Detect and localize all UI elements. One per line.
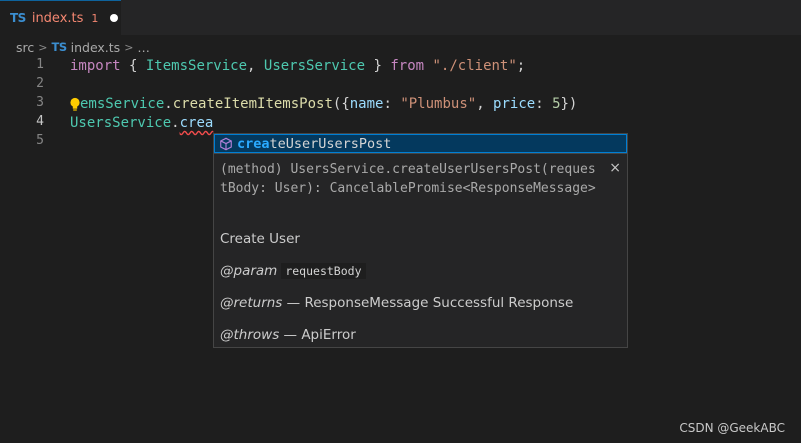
tab-index-ts[interactable]: TS index.ts 1 <box>0 0 121 35</box>
import-keyword: import <box>70 58 121 74</box>
import-path: "./client" <box>432 58 517 74</box>
breadcrumb-folder[interactable]: src <box>16 40 34 55</box>
paren-open: ({ <box>332 96 350 112</box>
lightbulb-icon[interactable] <box>69 97 81 112</box>
throws-text: — ApiError <box>279 327 356 343</box>
problem-count-badge: 1 <box>91 11 99 25</box>
line-number: 3 <box>36 95 44 110</box>
chevron-right-icon: > <box>38 40 48 54</box>
typescript-icon: TS <box>51 40 67 54</box>
typescript-icon: TS <box>10 11 26 25</box>
method-name: createItemItemsPost <box>172 96 333 112</box>
suggestion-item-selected[interactable]: crea teUserUsersPost <box>214 134 627 153</box>
param-name: requestBody <box>281 263 366 279</box>
method-signature: (method) UsersService.createUserUsersPos… <box>220 162 596 196</box>
arg-key-price: price <box>493 96 536 112</box>
class-name: UsersService <box>70 115 172 131</box>
throws-tag: @throws <box>220 327 280 343</box>
line-number: 1 <box>36 57 44 72</box>
doc-returns: @returns — ResponseMessage Successful Re… <box>220 295 573 311</box>
unsaved-dot-icon[interactable] <box>110 14 119 22</box>
code-line-4: UsersService.crea <box>70 114 213 133</box>
suggest-widget: crea teUserUsersPost <box>213 133 628 153</box>
from-keyword: from <box>390 58 425 74</box>
suggest-details-panel: (method) UsersService.createUserUsersPos… <box>213 153 628 348</box>
method-cube-icon <box>220 137 232 150</box>
returns-text: — ResponseMessage Successful Response <box>282 295 574 311</box>
doc-param: @param requestBody <box>220 263 366 279</box>
line-number-active: 4 <box>36 114 44 129</box>
close-icon[interactable]: × <box>609 160 621 176</box>
param-tag: @param <box>220 263 278 279</box>
dot: . <box>171 115 180 131</box>
line-number: 5 <box>36 133 44 148</box>
class-name: emsService <box>80 96 165 112</box>
paren-close: }) <box>560 96 578 112</box>
breadcrumb: src > TS index.ts > … <box>16 38 150 56</box>
breadcrumb-file[interactable]: index.ts <box>71 40 121 55</box>
suggestion-rest-text: teUserUsersPost <box>269 135 392 152</box>
doc-throws: @throws — ApiError <box>220 327 356 343</box>
colon: : <box>535 96 553 112</box>
breadcrumb-symbols[interactable]: … <box>137 40 150 55</box>
brace-open: { <box>120 58 146 74</box>
import-items-service: ItemsService <box>145 58 248 74</box>
arg-value-price: 5 <box>552 96 561 112</box>
colon: : <box>383 96 401 112</box>
code-line-3: emsService.createItemItemsPost({name: "P… <box>70 95 577 114</box>
dot: . <box>164 96 173 112</box>
semicolon: ; <box>516 58 526 74</box>
arg-value-name: "Plumbus" <box>400 96 477 112</box>
editor-tab-bar: TS index.ts 1 <box>0 0 801 35</box>
comma: , <box>247 58 264 74</box>
import-users-service: UsersService <box>263 58 366 74</box>
chevron-right-icon: > <box>124 40 134 54</box>
code-editor[interactable]: import { ItemsService, UsersService } fr… <box>70 57 577 153</box>
brace-close: } <box>365 58 391 74</box>
code-line-1: import { ItemsService, UsersService } fr… <box>70 57 525 76</box>
arg-key-name: name <box>349 96 384 112</box>
watermark: CSDN @GeekABC <box>679 421 785 435</box>
line-number: 2 <box>36 76 44 91</box>
tab-filename: index.ts <box>31 10 84 26</box>
doc-summary: Create User <box>220 231 300 247</box>
comma: , <box>476 96 494 112</box>
returns-tag: @returns <box>220 295 283 311</box>
partial-identifier-error: crea <box>179 115 214 131</box>
suggestion-match-text: crea <box>237 135 270 152</box>
